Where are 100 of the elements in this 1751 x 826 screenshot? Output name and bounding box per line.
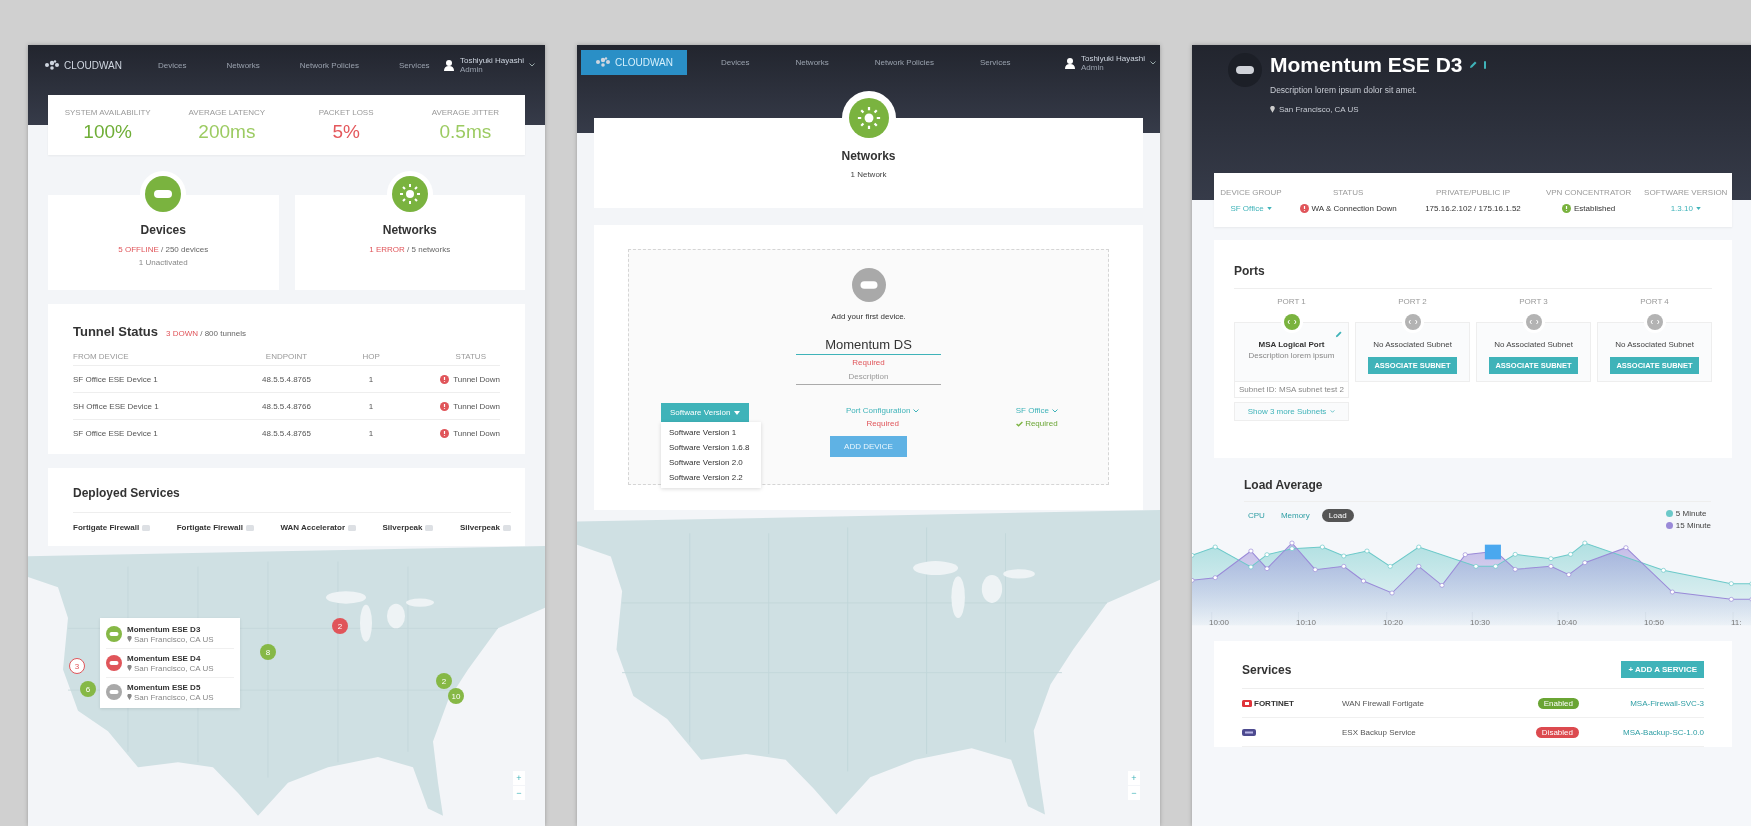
caret-icon[interactable] — [1150, 60, 1156, 65]
table-cell-text: 48.5.5.4.8765 — [261, 374, 312, 384]
zoom-out-button[interactable]: − — [1128, 786, 1140, 800]
nav-link[interactable]: Networks — [226, 60, 260, 70]
zoom-out-button[interactable]: − — [513, 786, 525, 800]
port-message: No Associated Subnet — [1494, 340, 1573, 349]
tag-icon — [502, 524, 511, 531]
pin-icon — [127, 694, 132, 700]
description-field[interactable]: Description — [796, 372, 941, 385]
service-name[interactable]: Silverpeak — [382, 523, 423, 532]
port-configuration-dropdown[interactable]: Port Configuration — [845, 403, 920, 415]
device-name[interactable]: Momentum ESE D4 — [127, 653, 214, 663]
user-avatar-icon[interactable] — [442, 59, 455, 71]
table-cell-text: 1 — [367, 428, 375, 438]
dropdown-option[interactable]: Software Version 2.0 — [661, 455, 761, 470]
detail-label: DEVICE GROUP — [1220, 187, 1282, 197]
prompt-text: Add your first device. — [831, 312, 906, 321]
nav-link[interactable]: Networks — [795, 58, 829, 67]
caret-icon — [1695, 206, 1701, 210]
metric-label: SYSTEM AVAILABILITY — [64, 107, 151, 117]
device-icon — [145, 176, 182, 212]
port-label: PORT 3 — [1518, 297, 1549, 306]
metric-label: PACKET LOSS — [318, 107, 374, 117]
nav-link[interactable]: Services — [398, 60, 430, 70]
section-title: Load Average — [1244, 478, 1324, 492]
axis-label: 11: — [1731, 618, 1743, 627]
port-message: No Associated Subnet — [1373, 340, 1452, 349]
alert-icon — [440, 428, 450, 438]
group-dropdown[interactable]: SF Office — [1015, 403, 1058, 415]
detail-value: Established — [1573, 203, 1616, 213]
service-link[interactable]: MSA-Backup-SC-1.0.0 — [1609, 727, 1704, 737]
device-icon — [851, 268, 886, 302]
axis-label: 10:30 — [1470, 618, 1492, 627]
detail-label: VPN CONCENTRATOR — [1545, 187, 1632, 197]
service-name[interactable]: Fortigate Firewall — [176, 523, 243, 532]
validation-message: Required — [1025, 419, 1058, 428]
logo[interactable]: CLOUDWAN — [38, 54, 128, 76]
alert-icon — [440, 374, 450, 384]
metric-label: AVERAGE JITTER — [431, 107, 500, 117]
nav-link[interactable]: Network Policies — [299, 60, 359, 70]
service-name[interactable]: Fortigate Firewall — [73, 523, 140, 532]
caret-icon[interactable] — [529, 63, 535, 67]
map-marker[interactable]: 10 — [448, 688, 464, 704]
nav-link[interactable]: Devices — [157, 60, 187, 70]
port-description: Description lorem ipsum — [1248, 351, 1335, 360]
user-role: Admin — [1080, 62, 1104, 72]
dropdown-option[interactable]: Software Version 1.6.8 — [661, 440, 761, 455]
starburst-icon — [848, 98, 889, 138]
legend-label: 15 Minute — [1675, 521, 1711, 530]
service-name[interactable]: Silverpeak — [459, 523, 500, 532]
logo[interactable]: CLOUDWAN — [581, 50, 687, 75]
logo-icon — [595, 57, 611, 68]
add-service-button[interactable]: + ADD A SERVICE — [1621, 661, 1704, 678]
service-link[interactable]: MSA-Firewall-SVC-3 — [1609, 698, 1704, 708]
column-header: STATUS — [454, 351, 487, 361]
section-title: Services — [1242, 662, 1292, 677]
table-cell-text: SF Office ESE Device 1 — [73, 374, 159, 384]
port-name: MSA Logical Port — [1258, 340, 1325, 349]
nav-link[interactable]: Devices — [720, 58, 750, 67]
chart-tab[interactable]: Memory — [1276, 509, 1314, 522]
summary-card[interactable]: Devices 5 OFFLINE / 250 devices 1 Unactivated — [48, 171, 279, 290]
device-location: San Francisco, CA US — [134, 692, 214, 702]
detail-dropdown[interactable]: 1.3.10 — [1670, 203, 1701, 213]
table-cell-text: SH Office ESE Device 1 — [73, 401, 160, 411]
table-cell-text: 1 — [367, 401, 375, 411]
show-more-button[interactable]: Show 3 more Subnets — [1234, 402, 1349, 421]
card-title: Networks — [382, 223, 437, 237]
summary-card[interactable]: Networks 1 ERROR / 5 networks — [294, 171, 525, 290]
user-name: Toshiyuki Hayashi — [1080, 53, 1145, 63]
caret-icon — [1052, 408, 1058, 413]
detail-value: 175.16.2.102 / 175.16.1.52 — [1425, 203, 1521, 213]
edit-icon[interactable] — [1468, 61, 1477, 69]
section-title: Ports — [1234, 264, 1266, 278]
metric-value: 100% — [83, 120, 132, 143]
port-label: PORT 1 — [1276, 297, 1307, 306]
user-avatar-icon[interactable] — [1063, 56, 1076, 69]
device-name-field[interactable]: Momentum DS — [796, 337, 941, 355]
nav-link[interactable]: Services — [979, 58, 1011, 67]
status-summary: 1 ERROR / 5 networks — [369, 245, 451, 254]
nav-link[interactable]: Network Policies — [874, 58, 934, 67]
detail-label: STATUS — [1332, 187, 1364, 197]
device-name[interactable]: Momentum ESE D5 — [127, 682, 214, 692]
metric-value: 0.5ms — [439, 120, 492, 143]
service-name[interactable]: WAN Accelerator — [280, 523, 345, 532]
detail-dropdown[interactable]: SF Office — [1230, 203, 1272, 213]
chart-tab[interactable]: CPU — [1244, 509, 1269, 522]
dropdown-option[interactable]: Software Version 2.2 — [661, 470, 761, 485]
zoom-in-button[interactable]: + — [513, 771, 525, 785]
tag-icon — [142, 524, 151, 531]
zoom-in-button[interactable]: + — [1128, 771, 1140, 785]
software-version-dropdown[interactable]: Software Version — [661, 403, 750, 422]
legend-label: 5 Minute — [1675, 509, 1707, 518]
chart-tab[interactable]: Load — [1321, 509, 1354, 522]
device-name[interactable]: Momentum ESE D3 — [127, 624, 214, 634]
dropdown-option[interactable]: Software Version 1 — [661, 425, 761, 440]
axis-label: 10:20 — [1383, 618, 1405, 627]
axis-label: 10:50 — [1644, 618, 1666, 627]
section-title: Tunnel Status — [73, 324, 158, 339]
service-name: ESX Backup Service — [1342, 727, 1417, 737]
service-name: WAN Firewall Fortigate — [1342, 698, 1425, 708]
